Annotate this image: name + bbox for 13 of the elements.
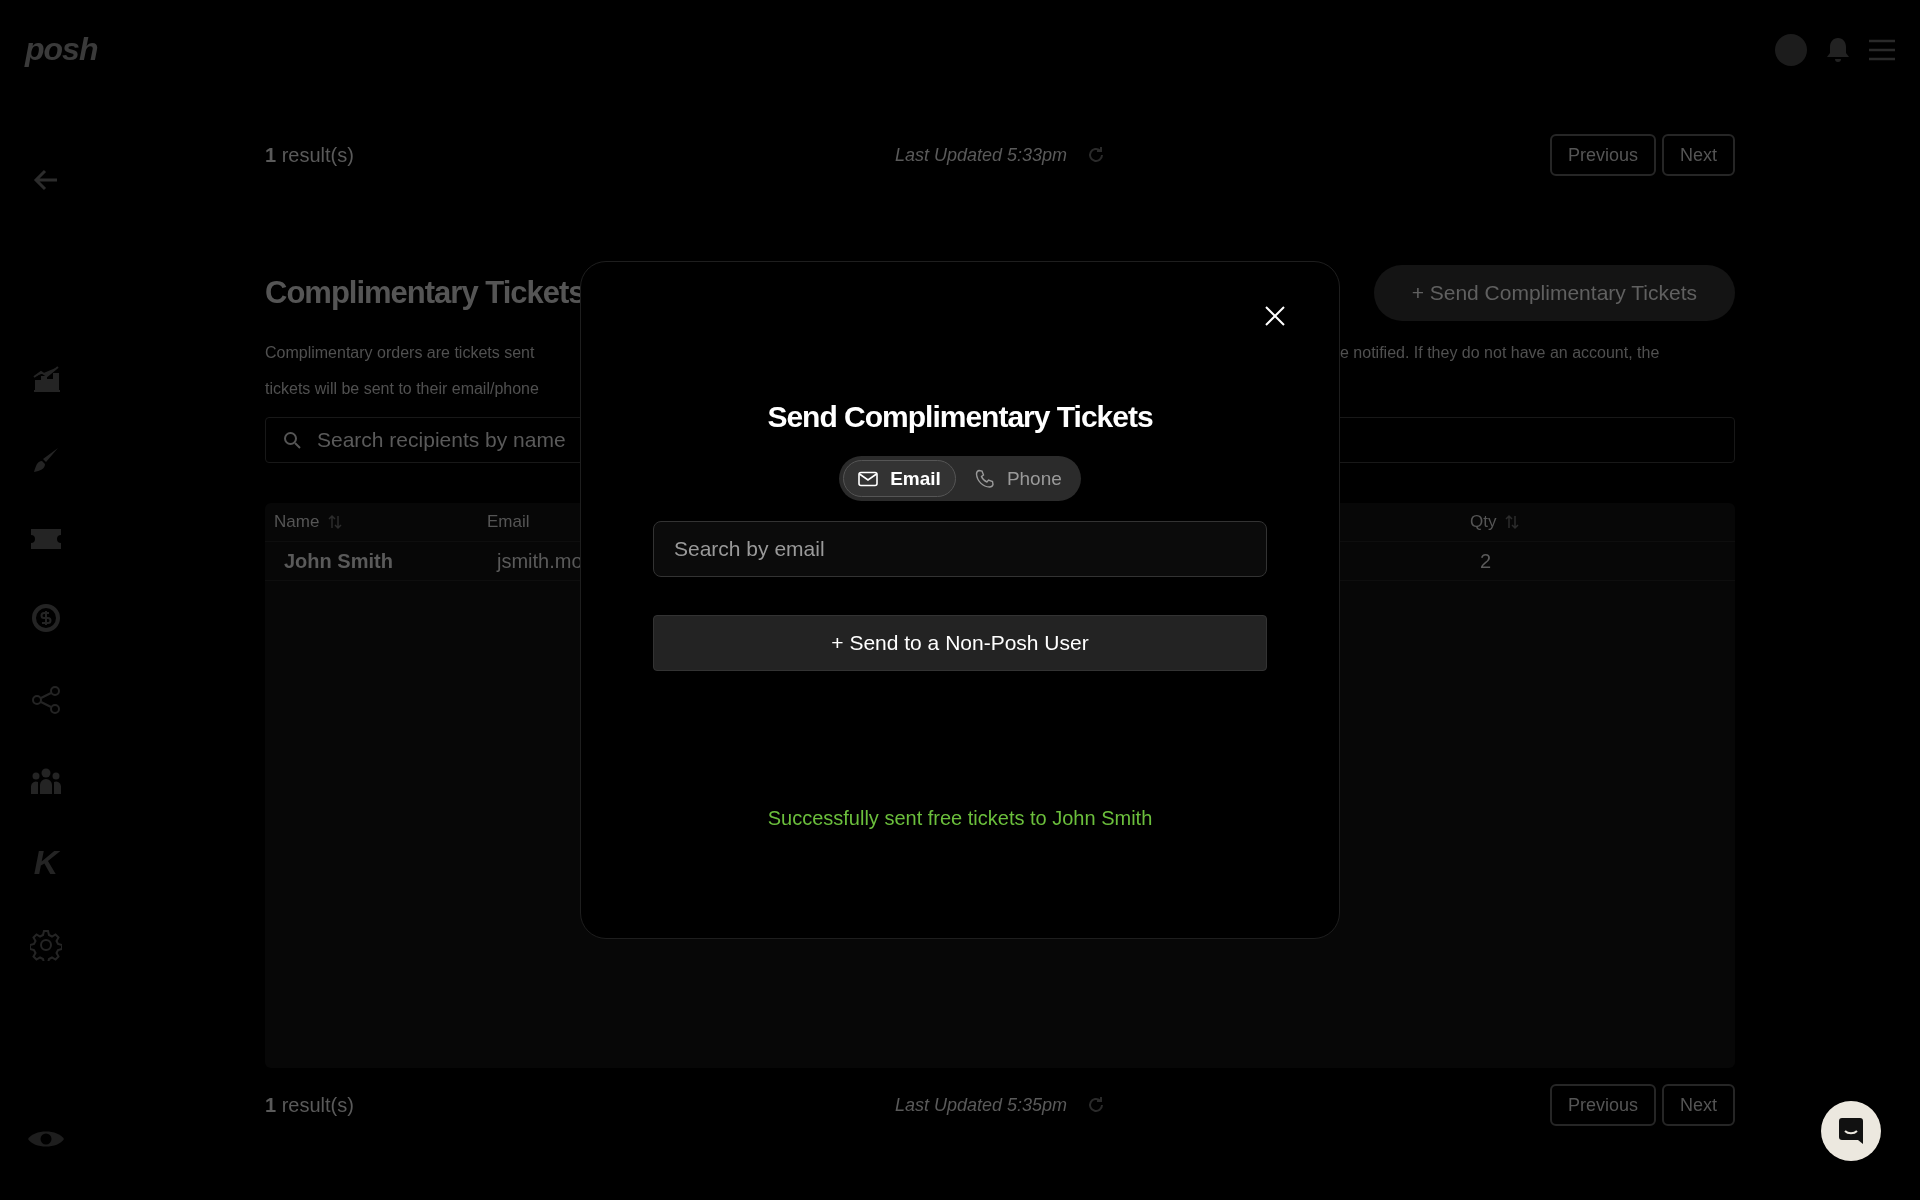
description-text: e notified. If they do not have an account, the <box>1340 343 1661 363</box>
description-text: Complimentary orders are tickets sent <box>265 343 536 363</box>
last-updated-text: Last Updated 5:33pm <box>894 144 1068 166</box>
result-count: 1 result(s) <box>265 143 355 167</box>
description-text: tickets will be sent to their email/phone <box>265 379 540 399</box>
last-updated-text: Last Updated 5:35pm <box>894 1094 1068 1116</box>
table-cell: jsmith.mo <box>497 549 583 573</box>
result-count: 1 result(s) <box>265 1093 355 1117</box>
section-title: Complimentary Tickets <box>265 275 585 311</box>
table-cell: 2 <box>1480 549 1492 573</box>
success-message: Successfully sent free tickets to John Smith <box>767 807 1153 830</box>
modal-title: Send Complimentary Tickets <box>767 400 1153 434</box>
table-cell: John Smith <box>284 549 393 573</box>
